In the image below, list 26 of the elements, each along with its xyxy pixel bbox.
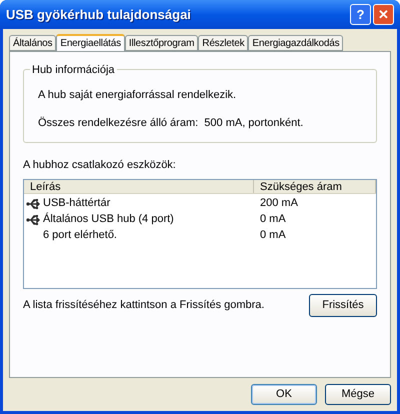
group-title: Hub információja: [30, 62, 117, 78]
cancel-button[interactable]: Mégse: [325, 384, 391, 405]
device-name: USB-háttértár: [43, 196, 110, 212]
help-button[interactable]: ?: [350, 4, 371, 25]
column-header[interactable]: Leírás: [24, 180, 254, 192]
usb-icon: [26, 196, 42, 210]
current-value: 0 mA: [259, 212, 286, 228]
refresh-button[interactable]: Frissítés: [309, 294, 377, 316]
current-value: 200 mA: [259, 196, 298, 212]
tab[interactable]: Energiaellátás: [56, 34, 125, 52]
current-value: 0 mA: [259, 228, 286, 244]
ok-button[interactable]: OK: [251, 384, 317, 405]
list-label: A hubhoz csatlakozó eszközök:: [23, 158, 177, 173]
tab[interactable]: Általános: [9, 35, 56, 51]
usb-icon: [26, 212, 42, 226]
tab[interactable]: Illesztőprogram: [124, 35, 198, 51]
tab[interactable]: Energiagazdálkodás: [248, 35, 344, 51]
device-name: 6 port elérhető.: [43, 228, 117, 244]
hint-text: A lista frissítéséhez kattintson a Frissítés gombra.: [23, 298, 264, 313]
column-header[interactable]: Szükséges áram: [254, 180, 376, 192]
device-name: Általános USB hub (4 port): [43, 212, 174, 228]
window-title: USB gyökérhub tulajdonságai: [6, 6, 191, 24]
info-text: A hub saját energiaforrással rendelkezik.: [38, 88, 238, 103]
info-text: Összes rendelkezésre álló áram: 500 mA, portonként.: [38, 116, 304, 130]
tab[interactable]: Részletek: [198, 35, 248, 51]
close-button[interactable]: ✕: [373, 4, 394, 25]
